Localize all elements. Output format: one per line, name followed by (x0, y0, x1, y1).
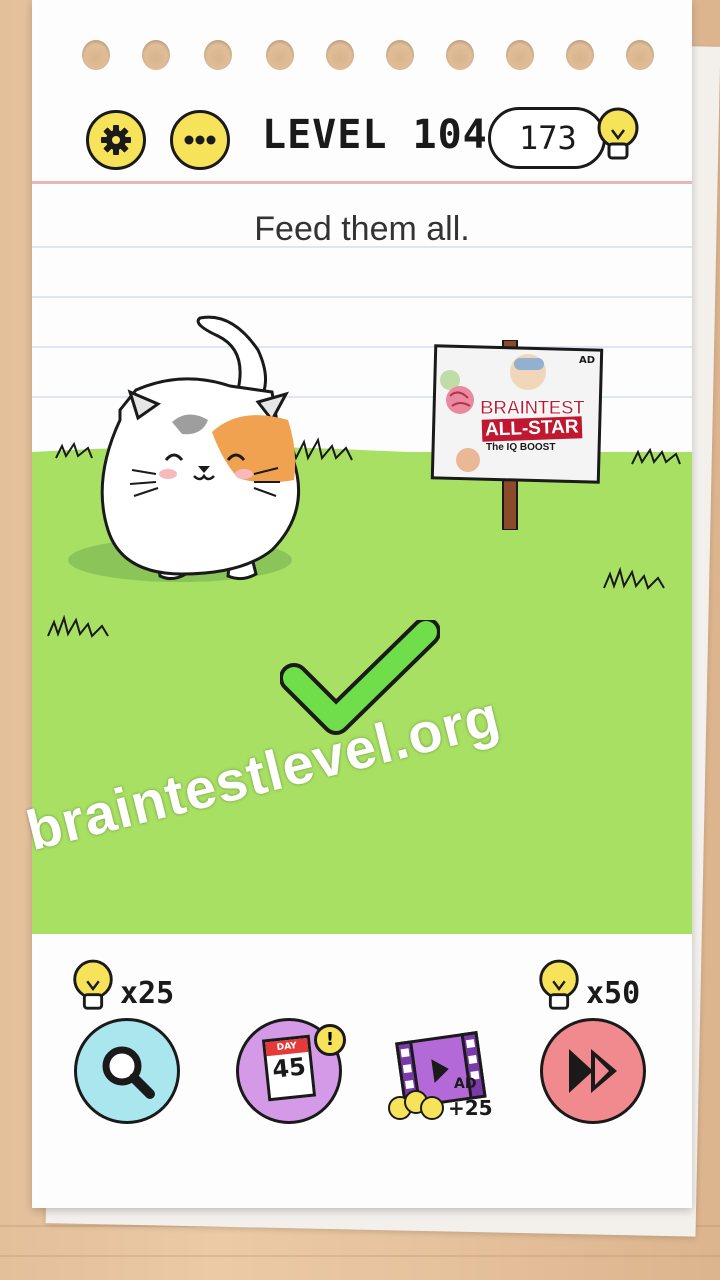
alert-badge: ! (314, 1024, 346, 1056)
ad-title-2: ALL-STAR (481, 416, 582, 442)
ad-subtitle: The IQ BOOST (486, 442, 556, 453)
more-menu-button[interactable] (170, 110, 230, 170)
magnifier-icon (102, 1046, 155, 1099)
ad-badge: AD (579, 355, 596, 366)
video-ad-badge: AD (454, 1076, 477, 1092)
binder-hole (446, 40, 474, 70)
video-reward: +25 (448, 1096, 493, 1120)
fat-cat[interactable] (62, 310, 302, 590)
notebook-page: LEVEL 104 173 Feed them all. AD BRAINTES… (32, 0, 692, 1208)
question-text: Feed them all. (254, 210, 470, 248)
grass-tuft (603, 566, 665, 590)
binder-hole (566, 40, 594, 70)
margin-line (32, 181, 692, 184)
binder-hole (204, 40, 232, 70)
hint-counter[interactable]: 173 (488, 107, 606, 169)
more-dots-icon (184, 135, 216, 145)
skip-cost: x50 (586, 976, 641, 1011)
settings-button[interactable] (86, 110, 146, 170)
lightbulb-icon (73, 959, 113, 1010)
grass-tuft (47, 614, 109, 638)
binder-hole (326, 40, 354, 70)
grass-tuft (631, 447, 681, 465)
calendar-icon: DAY 45 (261, 1034, 317, 1102)
binder-hole (142, 40, 170, 70)
hint-cost: x25 (120, 976, 175, 1011)
lightbulbs-icon (388, 1090, 444, 1120)
binder-hole (386, 40, 414, 70)
lightbulb-icon (539, 959, 579, 1010)
hint-search-button[interactable] (74, 1018, 180, 1124)
skip-level-button[interactable] (540, 1018, 646, 1124)
lightbulb-icon (597, 107, 639, 160)
fast-forward-icon (569, 1049, 617, 1093)
hint-count: 173 (519, 119, 577, 157)
gear-icon (101, 125, 131, 155)
binder-hole (506, 40, 534, 70)
binder-hole (82, 40, 110, 70)
binder-hole (626, 40, 654, 70)
binder-hole (266, 40, 294, 70)
calendar-day-number: 45 (270, 1052, 308, 1084)
level-title: LEVEL 104 (262, 112, 488, 158)
